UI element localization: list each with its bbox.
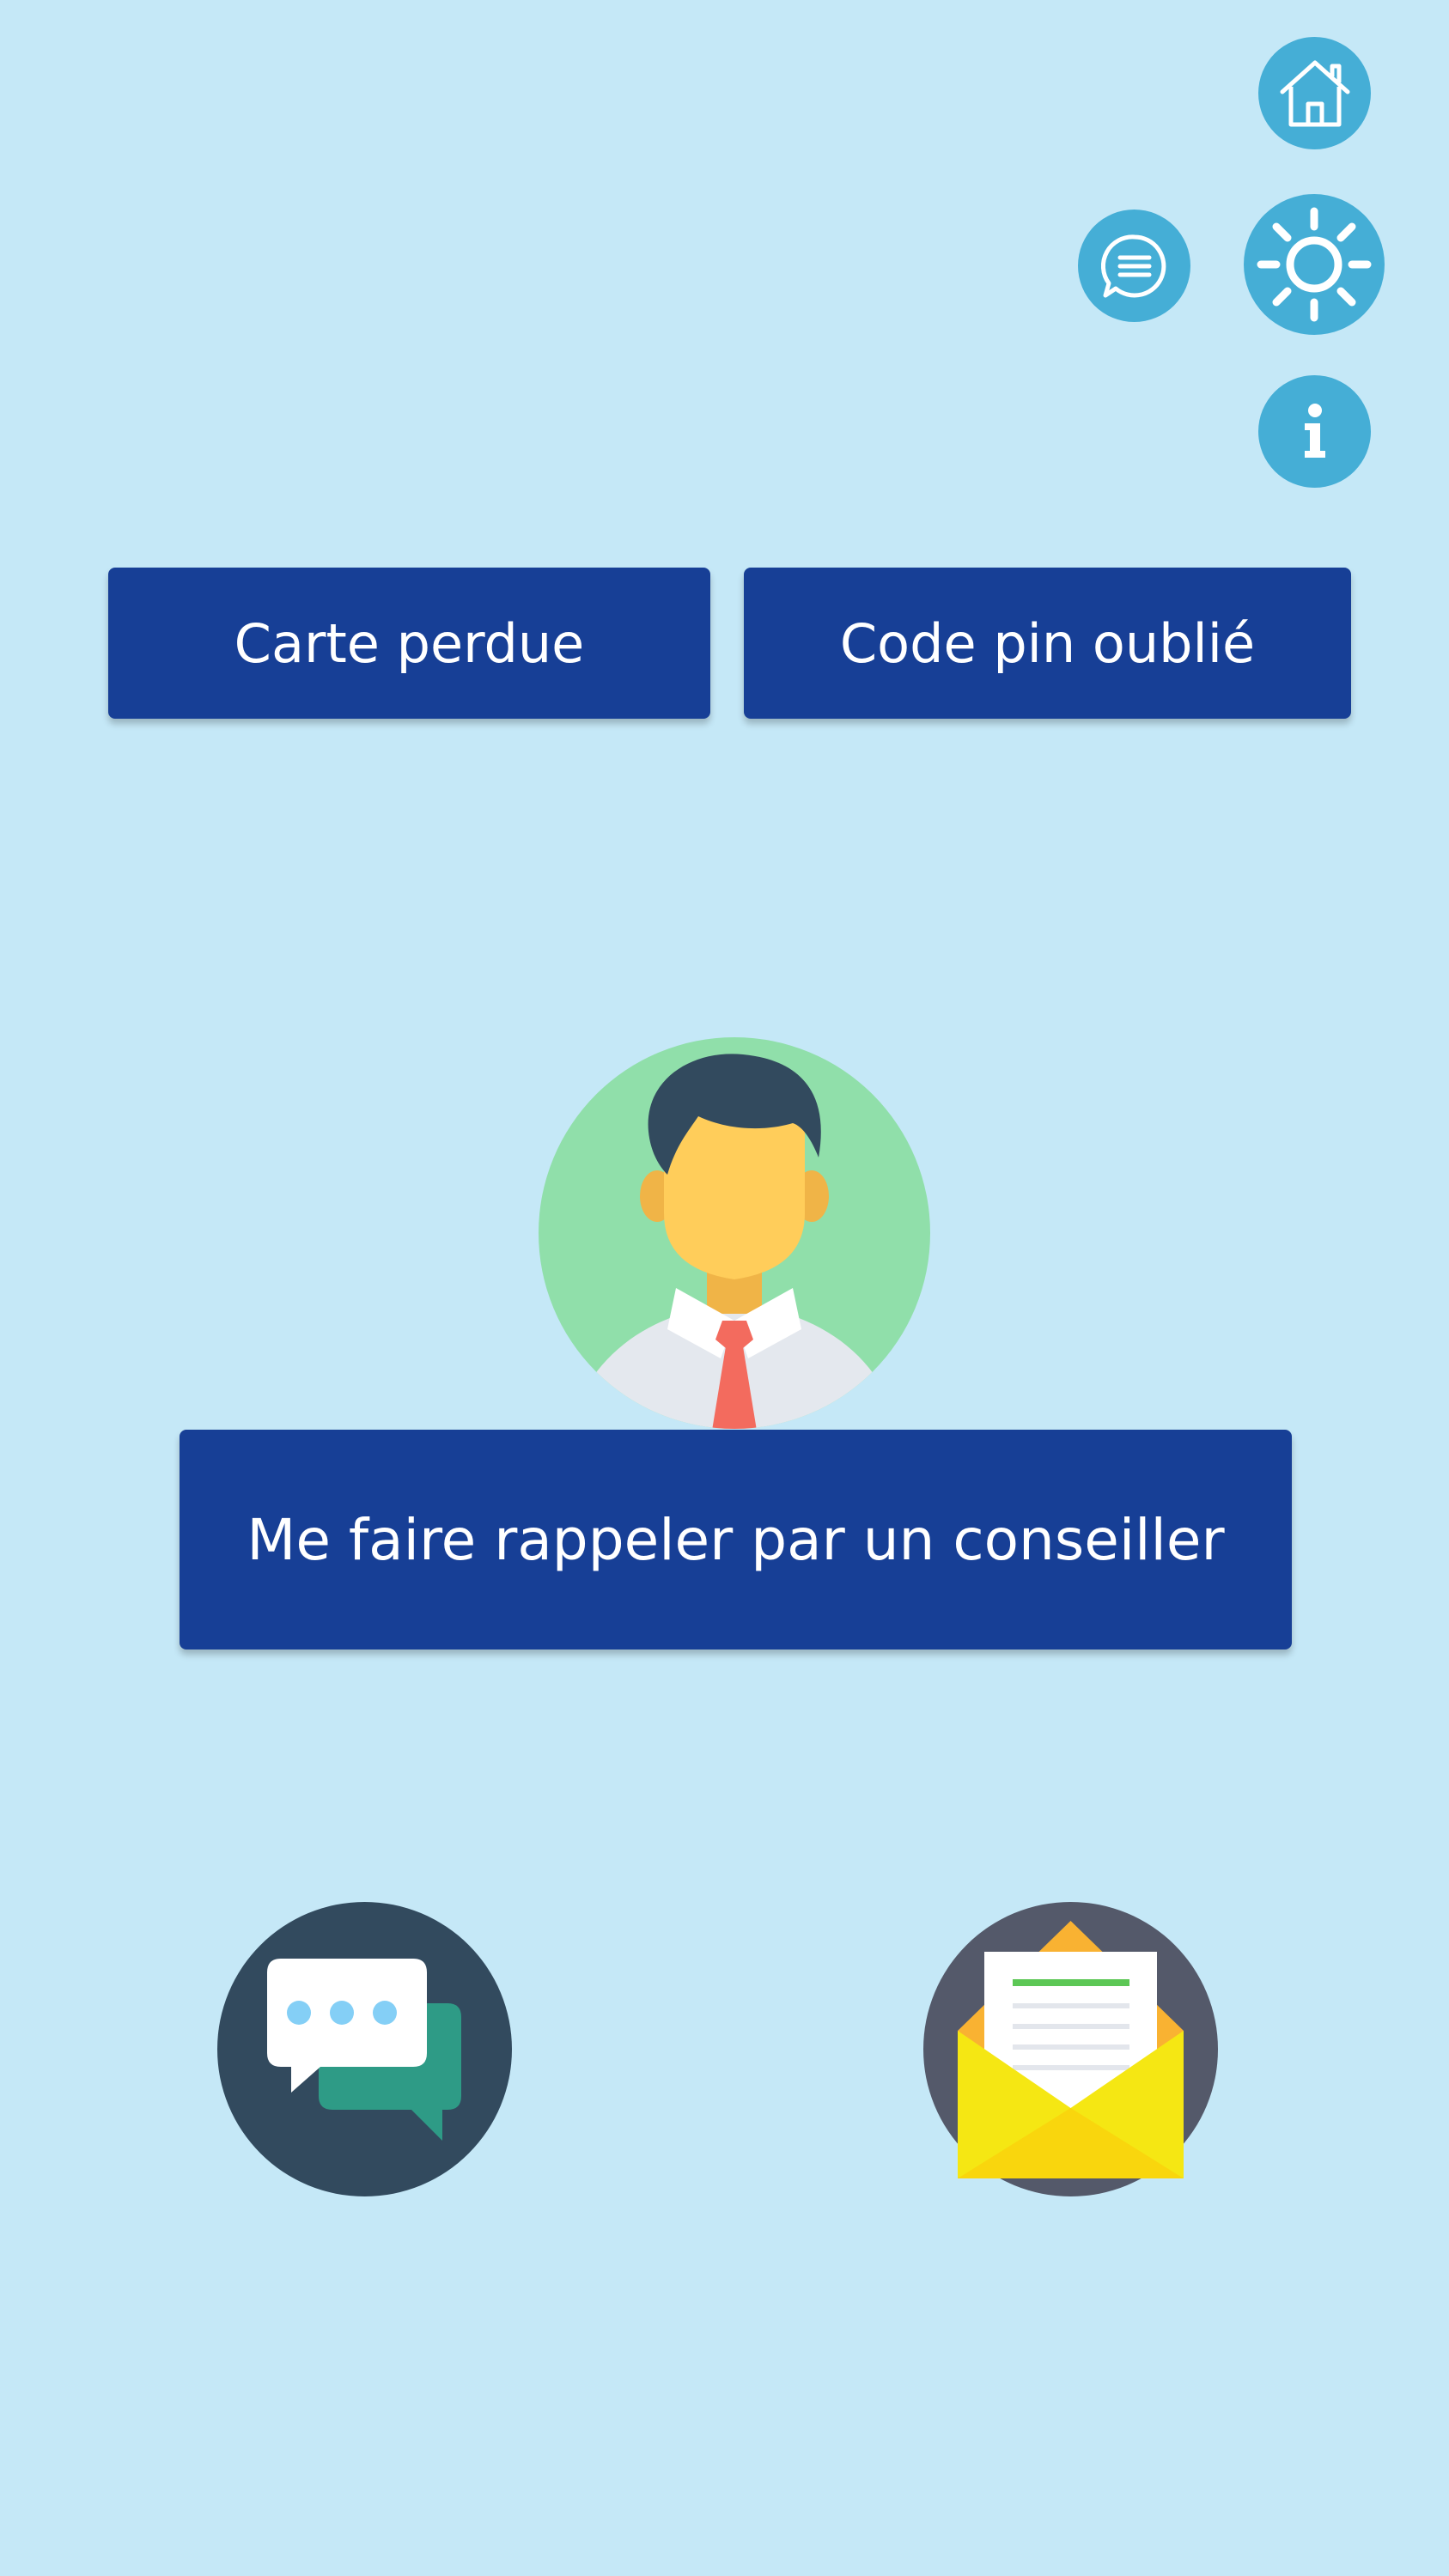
advisor-avatar-icon (539, 1037, 930, 1429)
home-icon (1280, 60, 1349, 126)
chat-bubble-icon (1100, 234, 1166, 297)
mail-envelope-icon[interactable] (923, 1902, 1218, 2196)
home-button[interactable] (1258, 37, 1371, 149)
info-button[interactable] (1258, 375, 1371, 488)
messages-button[interactable] (1078, 210, 1190, 322)
lost-card-button[interactable]: Carte perdue (108, 568, 710, 719)
sun-icon (1257, 207, 1372, 322)
chat-icon[interactable] (217, 1902, 512, 2196)
callback-advisor-button[interactable]: Me faire rappeler par un conseiller (180, 1430, 1292, 1649)
brightness-button[interactable] (1244, 194, 1385, 335)
info-icon (1304, 403, 1325, 458)
forgot-pin-button[interactable]: Code pin oublié (744, 568, 1351, 719)
